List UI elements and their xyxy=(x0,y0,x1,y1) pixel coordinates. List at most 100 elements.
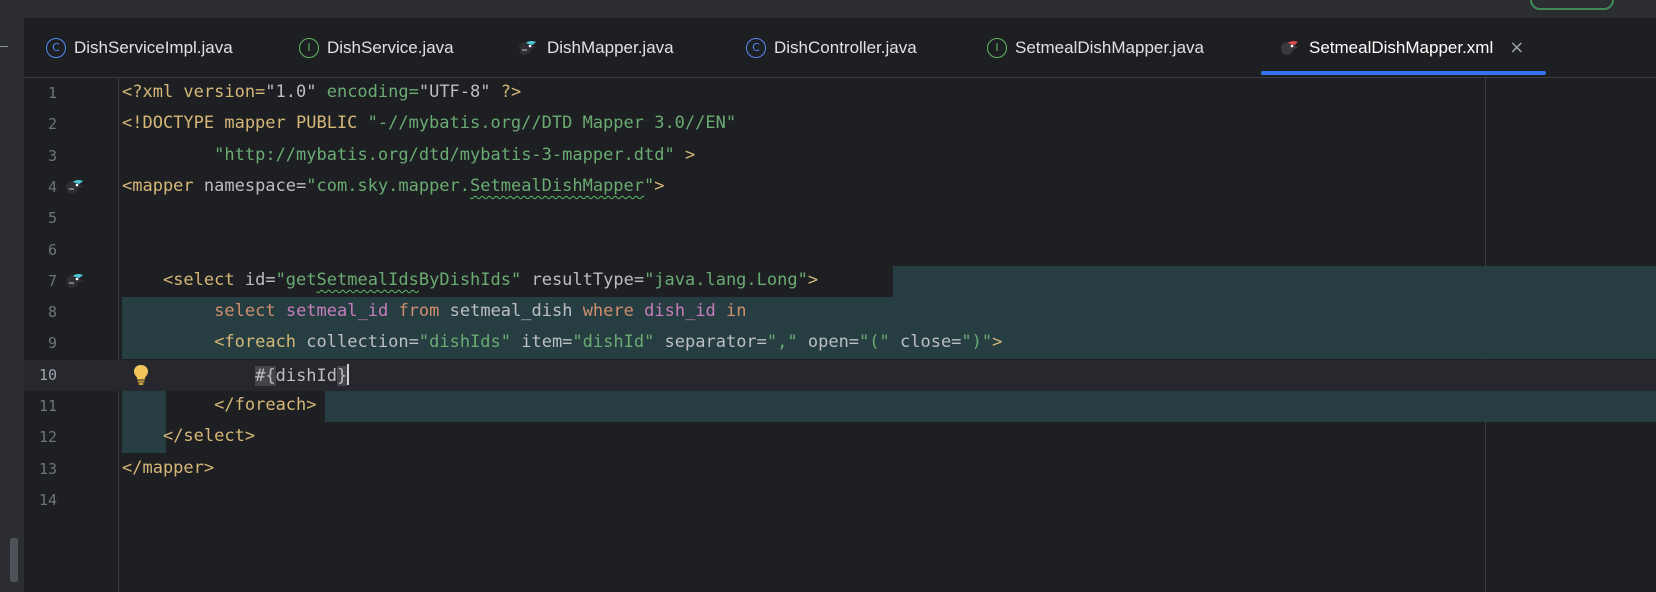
code-token: in xyxy=(726,301,747,322)
tab-label: DishServiceImpl.java xyxy=(74,37,233,57)
tab-dishmapper-java[interactable]: DishMapper.java xyxy=(517,18,674,77)
tab-dishcontroller-java[interactable]: C DishController.java xyxy=(746,18,917,77)
code-token: </select> xyxy=(162,426,256,447)
code-token: #{ xyxy=(255,365,276,386)
lightbulb-icon[interactable] xyxy=(133,364,149,386)
code-token: SetmealDishMapper xyxy=(470,175,645,196)
mybatis-bird-svg xyxy=(519,40,537,55)
line-number: 11 xyxy=(38,397,57,415)
line-number: 4 xyxy=(47,177,57,196)
code-line[interactable]: 4 <mapper namespace="com.sky.mapper.Setme… xyxy=(24,172,1656,203)
tab-label: DishMapper.java xyxy=(547,37,674,57)
line-number: 13 xyxy=(38,459,57,478)
mybatis-xml-svg xyxy=(1281,40,1299,55)
line-number: 12 xyxy=(38,428,57,447)
code-text: "http://mybatis.org/dtd/mybatis-3-mapper… xyxy=(214,145,695,165)
code-token: encoding= xyxy=(316,82,419,102)
code-text: </select> xyxy=(163,426,255,446)
code-text: <select id="getSetmealIdsByDishIds" resu… xyxy=(163,270,818,290)
code-token: "-//mybatis.org//DTD Mapper 3.0//EN" xyxy=(367,113,737,134)
code-token: ")" xyxy=(961,332,993,353)
code-token: " xyxy=(644,175,655,196)
code-token: id= xyxy=(234,269,276,290)
code-text: <?xml version="1.0" encoding="UTF-8" ?> xyxy=(122,82,521,102)
strip-scrollbar[interactable] xyxy=(10,538,18,582)
mybatis-xml-icon xyxy=(1279,39,1301,57)
code-token: collection= xyxy=(296,332,419,353)
tab-setmealdishmapper-java[interactable]: I SetmealDishMapper.java xyxy=(987,18,1204,77)
line-number: 14 xyxy=(38,490,57,509)
code-line[interactable]: 10 #{dishId} xyxy=(24,359,1656,391)
code-token: item= xyxy=(511,332,573,353)
match-highlight xyxy=(325,391,1656,422)
code-token: where xyxy=(582,301,634,322)
code-token: "UTF-8" xyxy=(418,82,491,102)
code-token: > xyxy=(807,269,819,290)
code-editor[interactable]: 1 <?xml version="1.0" encoding="UTF-8" ?>… xyxy=(24,78,1656,592)
mybatis-bird-svg xyxy=(66,179,84,194)
match-highlight xyxy=(893,265,1656,297)
code-token: <!DOCTYPE mapper PUBLIC xyxy=(122,113,368,134)
code-token: > xyxy=(674,144,696,165)
code-line[interactable]: 2 <!DOCTYPE mapper PUBLIC "-//mybatis.org… xyxy=(24,109,1656,140)
code-token: "1.0" xyxy=(265,82,317,102)
line-number: 2 xyxy=(47,115,57,134)
code-text: </foreach> xyxy=(214,395,316,415)
line-number: 8 xyxy=(47,303,57,322)
tab-label: SetmealDishMapper.java xyxy=(1015,37,1204,57)
code-text: <foreach collection="dishIds" item="dish… xyxy=(214,332,1002,352)
code-token: > xyxy=(992,332,1003,353)
editor-tab-bar: C DishServiceImpl.java I DishService.java Di… xyxy=(24,18,1656,78)
mybatis-bird-svg xyxy=(66,273,84,288)
strip-marker xyxy=(0,46,8,47)
tab-label: SetmealDishMapper.xml xyxy=(1309,37,1494,57)
code-token: <select xyxy=(162,269,235,290)
line-number: 3 xyxy=(47,146,57,165)
code-token: "http://mybatis.org/dtd/mybatis-3-mapper… xyxy=(214,144,675,165)
tab-label: DishController.java xyxy=(774,37,917,57)
title-bar-button[interactable] xyxy=(1530,0,1614,10)
code-token: close= xyxy=(889,332,962,353)
code-line[interactable]: 8 select setmeal_id from setmeal_dish whe… xyxy=(24,297,1656,329)
code-line[interactable]: 14 xyxy=(24,485,1656,516)
code-token: ?> xyxy=(490,82,522,102)
mybatis-bird-icon xyxy=(517,39,539,57)
code-token: <mapper xyxy=(122,175,194,196)
code-token: "com.sky.mapper. xyxy=(306,175,471,196)
code-token: from xyxy=(398,301,440,322)
code-line[interactable]: 12 </select> xyxy=(24,422,1656,454)
mybatis-bird-icon[interactable] xyxy=(64,178,86,196)
code-line[interactable]: 11 </foreach> xyxy=(24,391,1656,422)
code-line[interactable]: 9 <foreach collection="dishIds" item="dis… xyxy=(24,328,1656,360)
line-number: 5 xyxy=(47,209,57,228)
code-token: dishId xyxy=(275,365,338,386)
tab-dishservice-java[interactable]: I DishService.java xyxy=(299,18,454,77)
tab-setmealdishmapper-xml[interactable]: SetmealDishMapper.xml × xyxy=(1260,18,1547,77)
code-line[interactable]: 7 <select id="getSetmealIdsByDishIds" res… xyxy=(24,265,1656,297)
code-line[interactable]: 1 <?xml version="1.0" encoding="UTF-8" ?> xyxy=(24,78,1656,109)
code-token: ByDishIds" xyxy=(418,269,522,290)
code-line[interactable]: 5 xyxy=(24,203,1656,234)
line-number: 7 xyxy=(47,271,57,290)
line-number: 10 xyxy=(38,365,57,384)
class-icon: C xyxy=(46,37,66,58)
code-token: dish_id xyxy=(644,301,716,322)
code-token: "(" xyxy=(859,332,890,353)
code-token: resultType= xyxy=(521,269,645,290)
match-highlight xyxy=(122,422,166,454)
interface-icon: I xyxy=(299,37,319,58)
tab-dishserviceimpl-java[interactable]: C DishServiceImpl.java xyxy=(46,18,233,77)
code-line[interactable]: 6 xyxy=(24,235,1656,266)
code-token: "get xyxy=(275,269,317,290)
code-token: } xyxy=(337,365,348,386)
close-tab-icon[interactable]: × xyxy=(1509,37,1524,58)
code-line[interactable]: 13 </mapper> xyxy=(24,454,1656,485)
code-line[interactable]: 3 "http://mybatis.org/dtd/mybatis-3-mappe… xyxy=(24,141,1656,172)
mybatis-bird-icon[interactable] xyxy=(64,272,86,290)
code-token: "dishIds" xyxy=(418,332,511,353)
code-token: setmeal_dish xyxy=(439,301,583,322)
